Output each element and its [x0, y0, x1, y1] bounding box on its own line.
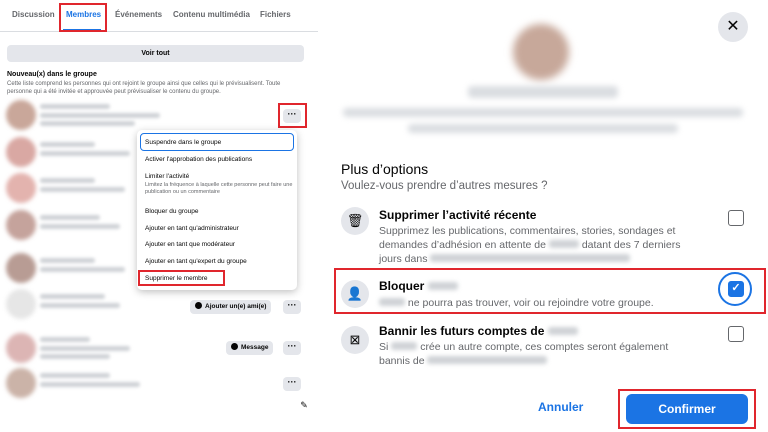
- menu-item-approve-posts[interactable]: Activer l'approbation des publications: [145, 156, 252, 163]
- member-info: [40, 303, 120, 308]
- redacted-name: [548, 240, 579, 248]
- member-name: [40, 258, 95, 263]
- member-name: [40, 178, 95, 183]
- add-friend-button[interactable]: Ajouter un(e) ami(e): [190, 300, 272, 314]
- redacted-group: [427, 356, 548, 364]
- redacted-name: [547, 327, 578, 335]
- trash-icon: 🗑: [341, 207, 369, 235]
- desc-line: Supprimez les publications, commentaires…: [379, 225, 676, 237]
- member-info: [40, 151, 130, 156]
- redacted-name: [427, 282, 458, 290]
- member-name: [40, 337, 90, 342]
- close-button[interactable]: ✕: [718, 12, 748, 42]
- member-more-button[interactable]: ···: [283, 377, 301, 391]
- tab-events[interactable]: Événements: [115, 10, 162, 19]
- member-row: [6, 100, 306, 134]
- avatar: [6, 173, 36, 203]
- message-label: Message: [241, 344, 269, 351]
- member-info: [40, 382, 140, 387]
- redacted-name: [391, 342, 418, 350]
- desc-line: demandes d’adhésion en attente de: [379, 239, 546, 251]
- message-button[interactable]: Message: [226, 341, 274, 355]
- avatar: [6, 333, 36, 363]
- avatar: [6, 210, 36, 240]
- option-block-desc: ne pourra pas trouver, voir ou rejoindre…: [379, 296, 709, 310]
- member-info: [40, 121, 135, 126]
- menu-item-add-moderator[interactable]: Ajouter en tant que modérateur: [145, 241, 235, 248]
- option-ban-title: Bannir les futurs comptes de: [379, 324, 578, 338]
- menu-item-add-expert[interactable]: Ajouter en tant qu'expert du groupe: [145, 258, 247, 265]
- avatar: [6, 289, 36, 319]
- member-more-button[interactable]: ···: [283, 300, 301, 314]
- cancel-button[interactable]: Annuler: [538, 400, 583, 414]
- member-info: [40, 267, 125, 272]
- avatar: [6, 100, 36, 130]
- see-all-button[interactable]: Voir tout: [7, 45, 304, 62]
- tab-files[interactable]: Fichiers: [260, 10, 291, 19]
- desc-line: datant des 7 derniers: [581, 239, 681, 251]
- menu-item-add-admin[interactable]: Ajouter en tant qu'administrateur: [145, 225, 239, 232]
- member-name: [40, 104, 110, 109]
- tab-media[interactable]: Contenu multimédia: [173, 10, 250, 19]
- ban-icon: ⊠: [341, 326, 369, 354]
- member-name-blurred: [468, 86, 618, 98]
- confirm-button[interactable]: Confirmer: [626, 394, 748, 424]
- avatar: [6, 137, 36, 167]
- desc-line: ne pourra pas trouver, voir ou rejoindre…: [407, 297, 654, 309]
- ban-future-accounts-checkbox[interactable]: [728, 326, 744, 342]
- compose-icon[interactable]: ✎: [297, 398, 311, 412]
- option-block-title: Bloquer: [379, 279, 458, 293]
- member-name: [40, 294, 105, 299]
- member-name: [40, 142, 95, 147]
- highlight-members-tab: [59, 3, 107, 32]
- dialog-text-blurred: [408, 124, 678, 133]
- option-ban-desc: Si crée un autre compte, ces comptes ser…: [379, 340, 709, 368]
- delete-activity-checkbox[interactable]: [728, 210, 744, 226]
- group-members-panel: Discussion Membres Événements Contenu mu…: [0, 0, 318, 432]
- redacted-group: [430, 254, 631, 262]
- member-name: [40, 373, 110, 378]
- redacted-name: [379, 298, 405, 306]
- remove-member-dialog: ✕ Plus d’options Voulez-vous prendre d’a…: [318, 0, 768, 432]
- member-more-button[interactable]: ···: [283, 341, 301, 355]
- avatar: [6, 253, 36, 283]
- member-actions-menu: Suspendre dans le groupe Activer l'appro…: [137, 130, 297, 290]
- avatar: [6, 368, 36, 398]
- member-row: [6, 368, 306, 402]
- member-info: [40, 224, 120, 229]
- group-tabs: Discussion Membres Événements Contenu mu…: [0, 0, 318, 32]
- desc-line: bannis de: [379, 355, 425, 367]
- screenshot-root: Discussion Membres Événements Contenu mu…: [0, 0, 768, 432]
- add-friend-icon: [195, 302, 202, 309]
- menu-item-block[interactable]: Bloquer du groupe: [145, 208, 199, 215]
- highlight-more-button: [278, 103, 307, 128]
- option-delete-activity-title: Supprimer l’activité récente: [379, 208, 537, 222]
- member-info: [40, 346, 130, 351]
- option-delete-activity-desc: Supprimez les publications, commentaires…: [379, 224, 709, 266]
- desc-line: crée un autre compte, ces comptes seront…: [420, 341, 669, 353]
- block-user-icon: 👤: [341, 280, 369, 308]
- member-avatar: [513, 24, 569, 80]
- block-label: Bloquer: [379, 279, 425, 293]
- ban-label: Bannir les futurs comptes de: [379, 324, 545, 338]
- tab-discussion[interactable]: Discussion: [12, 10, 55, 19]
- member-info: [40, 187, 125, 192]
- member-info: [40, 113, 160, 118]
- new-members-description: Cette liste comprend les personnes qui o…: [7, 81, 281, 95]
- messenger-icon: [231, 343, 238, 350]
- block-checkbox[interactable]: ✓: [728, 281, 744, 297]
- add-friend-label: Ajouter un(e) ami(e): [205, 303, 267, 310]
- menu-item-suspend[interactable]: Suspendre dans le groupe: [145, 139, 221, 146]
- menu-item-limit-activity-desc: Limitez la fréquence à laquelle cette pe…: [145, 182, 293, 195]
- dialog-text-blurred: [343, 108, 743, 117]
- new-members-title: Nouveau(x) dans le groupe: [7, 71, 97, 78]
- desc-line: Si: [379, 341, 389, 353]
- member-info: [40, 354, 110, 359]
- menu-item-limit-activity[interactable]: Limiter l'activité: [145, 173, 189, 180]
- desc-line: jours dans: [379, 253, 428, 265]
- member-name: [40, 215, 100, 220]
- highlight-remove-member: [138, 270, 225, 286]
- more-options-subtitle: Voulez-vous prendre d’autres mesures ?: [341, 180, 548, 192]
- more-options-title: Plus d’options: [341, 161, 429, 177]
